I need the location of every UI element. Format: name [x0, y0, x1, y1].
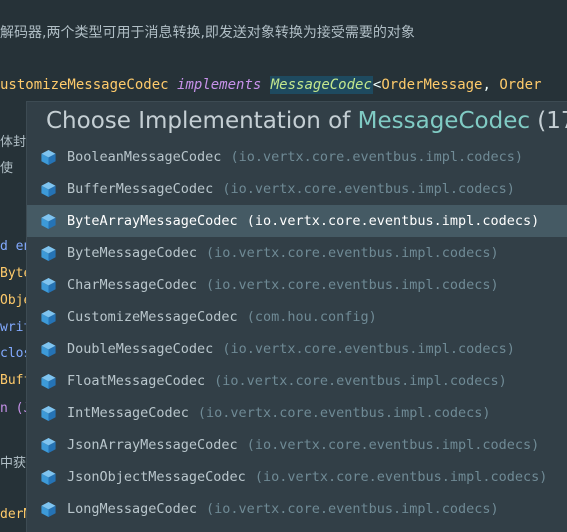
implementation-package: (io.vertx.core.eventbus.impl.codecs): [222, 181, 515, 197]
class-cube-icon: [41, 437, 56, 453]
code-fragment: 体封: [0, 135, 26, 150]
implementation-package: (com.hou.config): [246, 309, 377, 325]
code-fragment: Objec: [0, 293, 26, 308]
implementation-item[interactable]: IntMessageCodec (io.vertx.core.eventbus.i…: [27, 397, 567, 429]
class-cube-icon: [41, 469, 56, 485]
class-cube-icon: [41, 213, 56, 229]
implementation-class-name: BooleanMessageCodec: [67, 149, 222, 165]
implementation-item[interactable]: JsonArrayMessageCodec (io.vertx.core.even…: [27, 429, 567, 461]
class-name: ustomizeMessageCodec: [0, 77, 169, 93]
class-cube-icon: [41, 277, 56, 293]
implementation-list[interactable]: BooleanMessageCodec (io.vertx.core.eventb…: [27, 141, 567, 525]
implementation-package: (io.vertx.core.eventbus.impl.codecs): [206, 277, 499, 293]
implementation-package: (io.vertx.core.eventbus.impl.codecs): [206, 245, 499, 261]
implementation-package: (io.vertx.core.eventbus.impl.codecs): [214, 373, 507, 389]
implementation-class-name: ByteArrayMessageCodec: [67, 213, 238, 229]
implementation-item[interactable]: LongMessageCodec (io.vertx.core.eventbus.…: [27, 493, 567, 525]
implementation-item[interactable]: ByteArrayMessageCodec (io.vertx.core.even…: [27, 205, 567, 237]
code-fragment: n (J: [0, 401, 26, 416]
generic-type-1: OrderMessage: [381, 77, 483, 93]
implementation-package: (io.vertx.core.eventbus.impl.codecs): [206, 501, 499, 517]
implementation-class-name: CharMessageCodec: [67, 277, 198, 293]
implementation-package: (io.vertx.core.eventbus.impl.codecs): [246, 213, 540, 229]
implementation-class-name: DoubleMessageCodec: [67, 341, 214, 357]
implements-keyword: implements: [177, 77, 262, 93]
implementation-class-name: LongMessageCodec: [67, 501, 198, 517]
code-fragment: 中获: [0, 456, 26, 471]
class-cube-icon: [41, 501, 56, 517]
implementation-item[interactable]: CustomizeMessageCodec (com.hou.config): [27, 301, 567, 333]
implementation-class-name: BufferMessageCodec: [67, 181, 214, 197]
implementation-class-name: JsonObjectMessageCodec: [67, 469, 246, 485]
implementation-item[interactable]: JsonObjectMessageCodec (io.vertx.core.eve…: [27, 461, 567, 493]
implementation-package: (io.vertx.core.eventbus.impl.codecs): [230, 149, 524, 165]
implementation-item[interactable]: BufferMessageCodec (io.vertx.core.eventbu…: [27, 173, 567, 205]
implementation-class-name: IntMessageCodec: [67, 405, 189, 421]
implementation-package: (io.vertx.core.eventbus.impl.codecs): [197, 405, 491, 421]
implementation-item[interactable]: ByteMessageCodec (io.vertx.core.eventbus.…: [27, 237, 567, 269]
popup-title-prefix: Choose Implementation of: [46, 108, 358, 134]
implementation-item[interactable]: FloatMessageCodec (io.vertx.core.eventbus…: [27, 365, 567, 397]
implementation-class-name: FloatMessageCodec: [67, 373, 206, 389]
class-cube-icon: [41, 341, 56, 357]
choose-implementation-popup[interactable]: Choose Implementation of MessageCodec (1…: [26, 101, 567, 532]
generic-separator: ,: [482, 77, 500, 93]
code-comment: 解码器,两个类型可用于消息转换,即发送对象转换为接受需要的对象: [0, 25, 415, 41]
class-cube-icon: [41, 309, 56, 325]
popup-title: Choose Implementation of MessageCodec (1…: [46, 108, 567, 134]
class-cube-icon: [41, 405, 56, 421]
code-fragment: 使: [0, 161, 14, 176]
implementation-package: (io.vertx.core.eventbus.impl.codecs): [246, 437, 540, 453]
class-cube-icon: [41, 245, 56, 261]
code-fragment: write: [0, 320, 26, 335]
implementation-item[interactable]: DoubleMessageCodec (io.vertx.core.eventbu…: [27, 333, 567, 365]
code-fragment: derMe: [0, 507, 26, 522]
implementation-item[interactable]: CharMessageCodec (io.vertx.core.eventbus.…: [27, 269, 567, 301]
implementation-item[interactable]: BooleanMessageCodec (io.vertx.core.eventb…: [27, 141, 567, 173]
class-declaration-line[interactable]: ustomizeMessageCodec implements MessageC…: [0, 76, 542, 94]
implementation-class-name: JsonArrayMessageCodec: [67, 437, 238, 453]
class-cube-icon: [41, 181, 56, 197]
popup-title-interface: MessageCodec: [357, 108, 530, 134]
popup-title-count: (17 fo: [537, 108, 567, 134]
generic-type-2: Order: [499, 77, 542, 93]
interface-name[interactable]: MessageCodec: [269, 76, 373, 94]
implementation-class-name: ByteMessageCodec: [67, 245, 198, 261]
code-fragment: d en: [0, 239, 26, 254]
class-cube-icon: [41, 373, 56, 389]
code-fragment: Buffe: [0, 373, 26, 388]
class-cube-icon: [41, 149, 56, 165]
code-fragment: Byte: [0, 266, 26, 281]
implementation-package: (io.vertx.core.eventbus.impl.codecs): [254, 469, 548, 485]
implementation-class-name: CustomizeMessageCodec: [67, 309, 238, 325]
code-fragment: closi: [0, 346, 26, 361]
implementation-package: (io.vertx.core.eventbus.impl.codecs): [222, 341, 515, 357]
